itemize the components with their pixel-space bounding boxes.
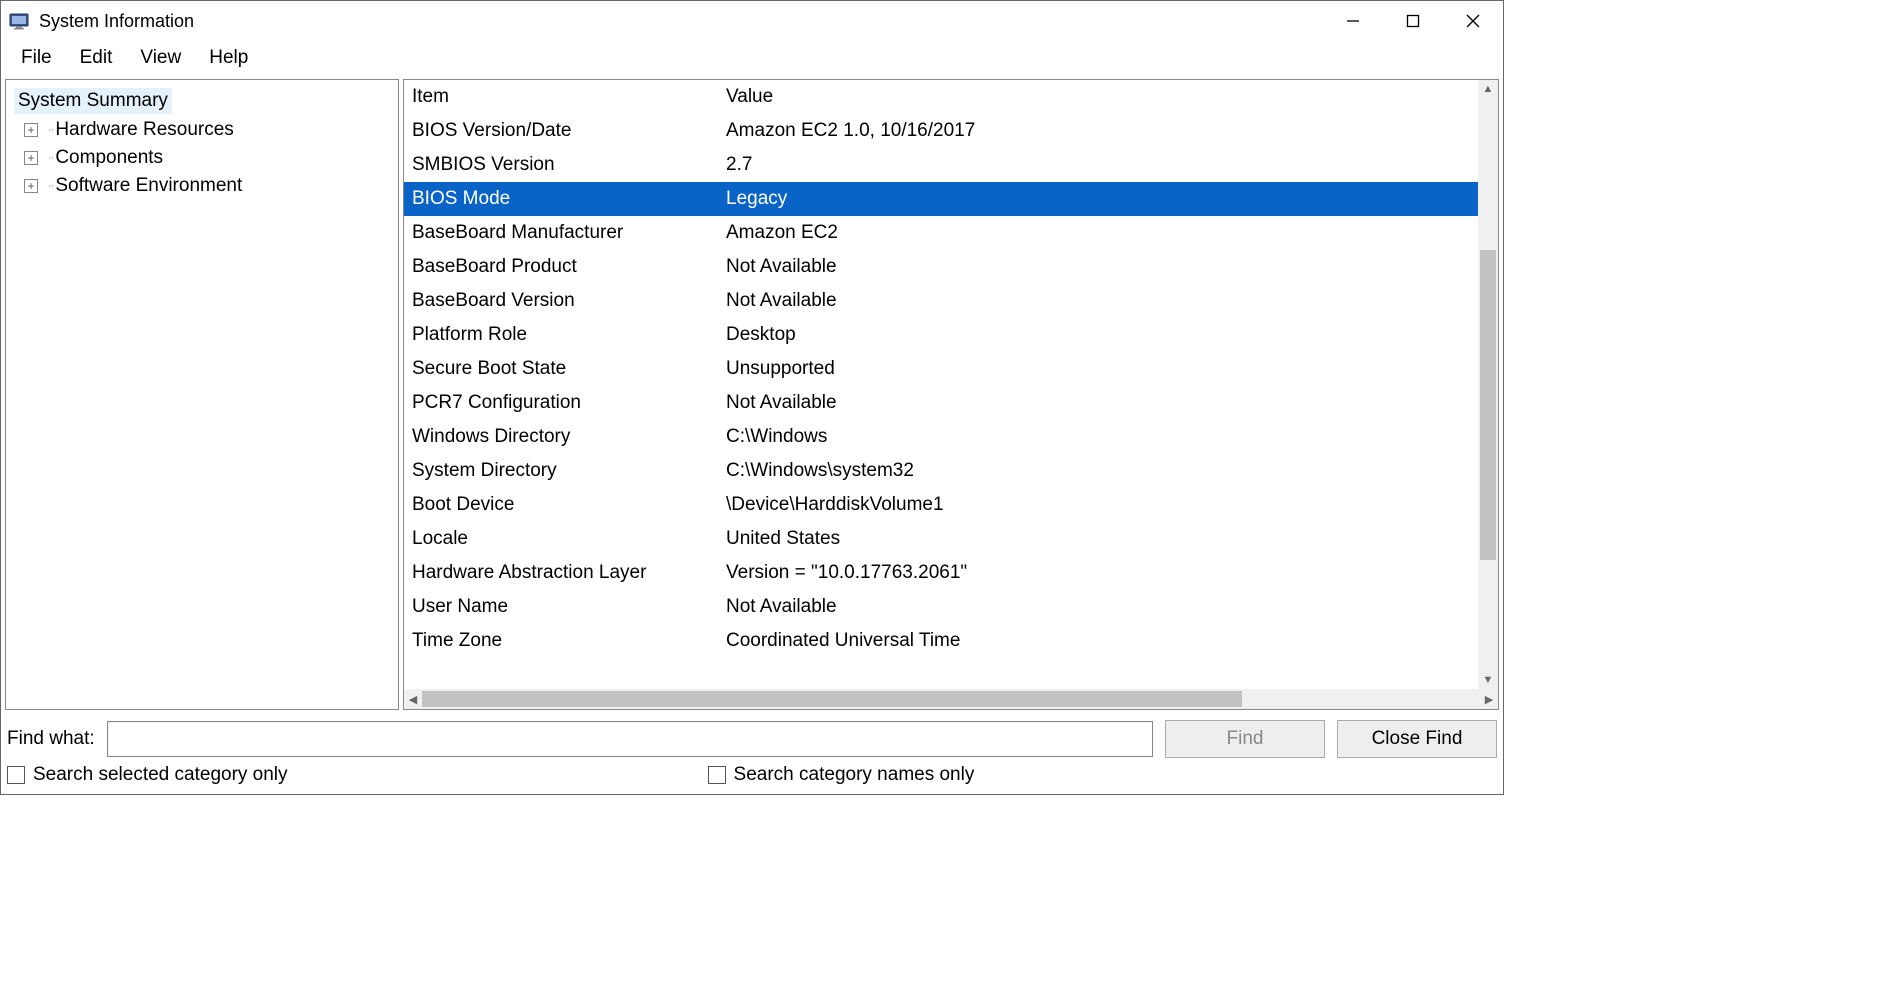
cell-value: Not Available xyxy=(726,596,1478,618)
checkbox-label: Search category names only xyxy=(734,764,975,786)
scrollbar-thumb[interactable] xyxy=(422,691,1242,707)
find-label: Find what: xyxy=(7,728,95,750)
cell-value: Unsupported xyxy=(726,358,1478,380)
scroll-up-icon[interactable]: ▲ xyxy=(1478,80,1498,98)
table-row[interactable]: SMBIOS Version2.7 xyxy=(404,148,1478,182)
cell-item: Boot Device xyxy=(404,494,726,516)
table-row[interactable]: PCR7 ConfigurationNot Available xyxy=(404,386,1478,420)
details-table[interactable]: Item Value BIOS Version/DateAmazon EC2 1… xyxy=(404,80,1478,689)
scroll-right-icon[interactable]: ▶ xyxy=(1480,689,1498,709)
find-input[interactable] xyxy=(107,721,1153,757)
scrollbar-thumb[interactable] xyxy=(1480,250,1496,560)
minimize-button[interactable] xyxy=(1323,1,1383,41)
find-options: Search selected category only Search cat… xyxy=(1,760,1503,794)
cell-value: Amazon EC2 xyxy=(726,222,1478,244)
cell-item: Platform Role xyxy=(404,324,726,346)
table-row[interactable]: Platform RoleDesktop xyxy=(404,318,1478,352)
cell-value: Desktop xyxy=(726,324,1478,346)
checkbox-search-selected-category[interactable]: Search selected category only xyxy=(7,764,288,786)
tree-root-system-summary[interactable]: System Summary xyxy=(14,88,172,114)
category-tree-panel: System Summary + ·· Hardware Resources +… xyxy=(5,79,399,710)
checkbox-icon[interactable] xyxy=(708,766,726,784)
cell-item: BIOS Version/Date xyxy=(404,120,726,142)
expand-icon[interactable]: + xyxy=(24,123,38,137)
find-bar: Find what: Find Close Find xyxy=(1,714,1503,760)
details-header[interactable]: Item Value xyxy=(404,80,1478,114)
tree-item-components[interactable]: + ·· Components xyxy=(22,144,390,172)
tree-item-software-environment[interactable]: + ·· Software Environment xyxy=(22,172,390,200)
cell-value: C:\Windows xyxy=(726,426,1478,448)
table-row[interactable]: Secure Boot StateUnsupported xyxy=(404,352,1478,386)
cell-value: Legacy xyxy=(726,188,1478,210)
menu-file[interactable]: File xyxy=(7,44,66,72)
vertical-scrollbar[interactable]: ▲ ▼ xyxy=(1478,80,1498,689)
cell-item: User Name xyxy=(404,596,726,618)
cell-value: C:\Windows\system32 xyxy=(726,460,1478,482)
cell-value: Not Available xyxy=(726,392,1478,414)
close-button[interactable] xyxy=(1443,1,1503,41)
checkbox-search-category-names[interactable]: Search category names only xyxy=(708,764,975,786)
maximize-button[interactable] xyxy=(1383,1,1443,41)
window-title: System Information xyxy=(39,11,194,32)
tree-item-label: Software Environment xyxy=(55,175,242,197)
table-row[interactable]: Boot Device\Device\HarddiskVolume1 xyxy=(404,488,1478,522)
menu-view[interactable]: View xyxy=(126,44,195,72)
table-row[interactable]: User NameNot Available xyxy=(404,590,1478,624)
cell-item: Time Zone xyxy=(404,630,726,652)
column-header-value[interactable]: Value xyxy=(726,86,1478,108)
find-button[interactable]: Find xyxy=(1165,720,1325,758)
details-panel: Item Value BIOS Version/DateAmazon EC2 1… xyxy=(403,79,1499,710)
menu-help[interactable]: Help xyxy=(195,44,262,72)
expand-icon[interactable]: + xyxy=(24,179,38,193)
scroll-left-icon[interactable]: ◀ xyxy=(404,689,422,709)
cell-value: Version = "10.0.17763.2061" xyxy=(726,562,1478,584)
cell-item: Windows Directory xyxy=(404,426,726,448)
window-controls xyxy=(1323,1,1503,41)
cell-value: \Device\HarddiskVolume1 xyxy=(726,494,1478,516)
menubar: File Edit View Help xyxy=(1,41,1503,75)
cell-item: Locale xyxy=(404,528,726,550)
table-row[interactable]: LocaleUnited States xyxy=(404,522,1478,556)
cell-item: System Directory xyxy=(404,460,726,482)
tree-item-label: Components xyxy=(55,147,163,169)
tree-item-label: Hardware Resources xyxy=(55,119,233,141)
cell-item: Secure Boot State xyxy=(404,358,726,380)
cell-item: BaseBoard Version xyxy=(404,290,726,312)
cell-item: BIOS Mode xyxy=(404,188,726,210)
system-information-window: System Information File Edit View Help xyxy=(0,0,1504,795)
cell-value: Coordinated Universal Time xyxy=(726,630,1478,652)
table-row[interactable]: Windows DirectoryC:\Windows xyxy=(404,420,1478,454)
horizontal-scrollbar[interactable]: ◀ ▶ xyxy=(404,689,1498,709)
menu-edit[interactable]: Edit xyxy=(66,44,127,72)
cell-item: PCR7 Configuration xyxy=(404,392,726,414)
cell-item: BaseBoard Product xyxy=(404,256,726,278)
titlebar: System Information xyxy=(1,1,1503,41)
cell-value: 2.7 xyxy=(726,154,1478,176)
cell-item: BaseBoard Manufacturer xyxy=(404,222,726,244)
app-icon xyxy=(9,11,29,31)
table-row[interactable]: BaseBoard ProductNot Available xyxy=(404,250,1478,284)
cell-item: Hardware Abstraction Layer xyxy=(404,562,726,584)
cell-value: Not Available xyxy=(726,256,1478,278)
checkbox-label: Search selected category only xyxy=(33,764,288,786)
table-row[interactable]: BaseBoard ManufacturerAmazon EC2 xyxy=(404,216,1478,250)
tree-item-hardware-resources[interactable]: + ·· Hardware Resources xyxy=(22,116,390,144)
table-row[interactable]: BaseBoard VersionNot Available xyxy=(404,284,1478,318)
table-row[interactable]: Time ZoneCoordinated Universal Time xyxy=(404,624,1478,658)
table-row[interactable]: System DirectoryC:\Windows\system32 xyxy=(404,454,1478,488)
close-find-button[interactable]: Close Find xyxy=(1337,720,1497,758)
table-row[interactable]: BIOS ModeLegacy xyxy=(404,182,1478,216)
cell-value: Amazon EC2 1.0, 10/16/2017 xyxy=(726,120,1478,142)
expand-icon[interactable]: + xyxy=(24,151,38,165)
checkbox-icon[interactable] xyxy=(7,766,25,784)
column-header-item[interactable]: Item xyxy=(404,86,726,108)
cell-value: Not Available xyxy=(726,290,1478,312)
main-content: System Summary + ·· Hardware Resources +… xyxy=(1,75,1503,714)
cell-value: United States xyxy=(726,528,1478,550)
cell-item: SMBIOS Version xyxy=(404,154,726,176)
table-row[interactable]: Hardware Abstraction LayerVersion = "10.… xyxy=(404,556,1478,590)
table-row[interactable]: BIOS Version/DateAmazon EC2 1.0, 10/16/2… xyxy=(404,114,1478,148)
scroll-down-icon[interactable]: ▼ xyxy=(1478,671,1498,689)
